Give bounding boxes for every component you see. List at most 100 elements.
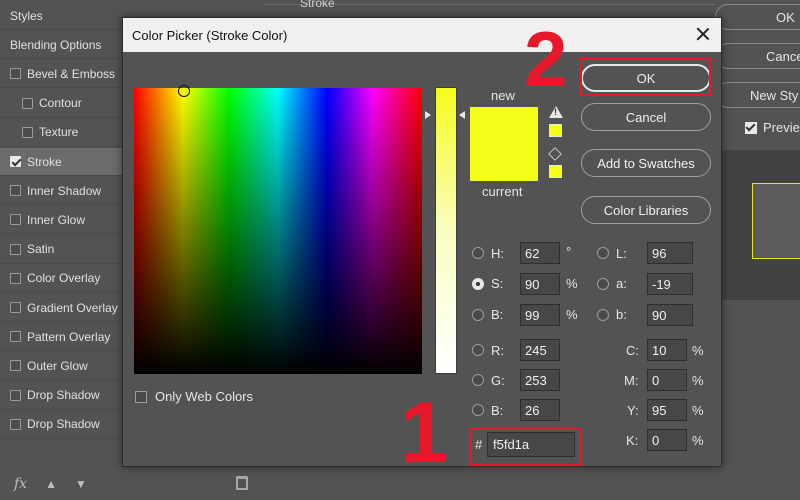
style-item[interactable]: Pattern Overlay (0, 323, 122, 352)
yellow-input[interactable]: 95 (647, 399, 687, 421)
lab-a-input[interactable]: -19 (647, 273, 693, 295)
new-color-label: new (491, 88, 515, 103)
layer-style-ok-button[interactable]: OK (715, 4, 800, 30)
only-web-colors-label: Only Web Colors (155, 389, 254, 404)
style-item-checkbox[interactable] (10, 243, 21, 255)
new-color-swatch (470, 107, 538, 145)
cancel-button-label: Cancel (625, 109, 667, 125)
blue-radio[interactable] (472, 404, 484, 416)
web-safe-cube-icon[interactable] (548, 147, 562, 161)
web-safe-swatch[interactable] (549, 165, 562, 178)
style-item[interactable]: Inner Shadow (0, 177, 122, 206)
color-field-marker-icon[interactable] (178, 85, 190, 97)
hue-unit: ° (566, 244, 572, 259)
style-item-checkbox[interactable] (10, 68, 21, 80)
hue-slider[interactable] (435, 87, 457, 374)
style-item-label: Inner Glow (27, 212, 86, 227)
only-web-colors-checkbox[interactable]: Only Web Colors (135, 389, 253, 404)
style-item-checkbox[interactable] (10, 389, 21, 401)
color-libraries-button[interactable]: Color Libraries (581, 196, 711, 224)
cyan-input[interactable]: 10 (647, 339, 687, 361)
current-color-swatch[interactable] (470, 145, 538, 181)
lab-l-radio[interactable] (597, 247, 609, 259)
hex-highlight-box (469, 428, 581, 466)
style-item-checkbox[interactable] (22, 126, 33, 138)
color-field[interactable] (134, 88, 422, 374)
black-unit: % (692, 433, 704, 448)
red-input[interactable]: 245 (520, 339, 560, 361)
style-item[interactable]: Styles (0, 2, 122, 30)
style-item-label: Gradient Overlay (27, 300, 118, 315)
close-icon[interactable] (695, 26, 711, 42)
style-item-checkbox[interactable] (10, 272, 21, 284)
lab-l-input[interactable]: 96 (647, 242, 693, 264)
style-item-label: Bevel & Emboss (27, 66, 116, 81)
red-radio[interactable] (472, 344, 484, 356)
style-item[interactable]: Color Overlay (0, 265, 122, 293)
style-item[interactable]: Satin (0, 236, 122, 264)
out-of-gamut-warning-icon[interactable] (549, 106, 563, 118)
lab-a-radio[interactable] (597, 278, 609, 290)
preview-checkbox[interactable]: Previe (745, 120, 800, 135)
gamut-swatch[interactable] (549, 124, 562, 137)
style-item-label: Pattern Overlay (27, 329, 111, 344)
magenta-input[interactable]: 0 (647, 369, 687, 391)
brightness-radio[interactable] (472, 309, 484, 321)
green-radio[interactable] (472, 374, 484, 386)
stroke-group-label: Stroke (300, 0, 335, 10)
style-item-checkbox[interactable] (10, 156, 21, 167)
layer-style-cancel-button[interactable]: Cance (715, 43, 800, 69)
move-up-icon[interactable]: ▲ (45, 477, 57, 491)
style-item-checkbox[interactable] (22, 97, 33, 109)
style-item[interactable]: Gradient Overlay (0, 294, 122, 322)
lab-b-radio[interactable] (597, 309, 609, 321)
green-input[interactable]: 253 (520, 369, 560, 391)
preview-check-icon (745, 121, 757, 134)
add-to-swatches-button[interactable]: Add to Swatches (581, 149, 711, 177)
preview-thumbnail (752, 183, 800, 259)
cancel-button[interactable]: Cancel (581, 103, 711, 131)
hue-input[interactable]: 62 (520, 242, 560, 264)
trash-icon[interactable] (236, 476, 248, 490)
brightness-input[interactable]: 99 (520, 304, 560, 326)
magenta-unit: % (692, 373, 704, 388)
style-item[interactable]: Stroke (0, 148, 122, 176)
style-item[interactable]: Drop Shadow (0, 411, 122, 439)
fx-button[interactable]: fx (14, 476, 27, 492)
only-web-colors-box (135, 390, 147, 403)
style-item[interactable]: Blending Options (0, 31, 122, 60)
lab-l-label: L: (616, 246, 627, 261)
style-item-checkbox[interactable] (10, 331, 21, 343)
style-item-checkbox[interactable] (10, 360, 21, 372)
style-item-label: Satin (27, 242, 55, 257)
blue-input[interactable]: 26 (520, 399, 560, 421)
slider-right-arrow-icon[interactable] (459, 111, 465, 119)
lab-b-label: b: (616, 307, 627, 322)
style-item-checkbox[interactable] (10, 302, 21, 313)
style-item-label: Outer Glow (27, 358, 88, 373)
layer-styles-panel: Styles Blending Options Bevel & Emboss Cont… (0, 0, 122, 500)
saturation-radio[interactable] (472, 278, 484, 290)
slider-left-arrow-icon[interactable] (425, 111, 431, 119)
style-item[interactable]: Drop Shadow (0, 382, 122, 410)
hue-radio[interactable] (472, 247, 484, 259)
style-item-checkbox[interactable] (10, 214, 21, 226)
style-item[interactable]: Inner Glow (0, 206, 122, 235)
style-item-label: Contour (39, 96, 82, 111)
lab-a-label: a: (616, 276, 627, 291)
style-item[interactable]: Bevel & Emboss (0, 60, 122, 89)
style-item[interactable]: Contour (0, 90, 122, 118)
lab-b-input[interactable]: 90 (647, 304, 693, 326)
ok-highlight-box (580, 58, 711, 96)
style-item[interactable]: Outer Glow (0, 352, 122, 381)
style-item-checkbox[interactable] (10, 185, 21, 197)
style-item[interactable]: Texture (0, 119, 122, 147)
layer-style-new-style-button[interactable]: New Sty (715, 82, 800, 108)
saturation-input[interactable]: 90 (520, 273, 560, 295)
black-input[interactable]: 0 (647, 429, 687, 451)
move-down-icon[interactable]: ▼ (75, 477, 87, 491)
style-item-checkbox[interactable] (10, 418, 21, 430)
style-item-label: Blending Options (10, 37, 102, 52)
layer-style-ok-label: OK (776, 9, 795, 25)
style-item-label: Color Overlay (27, 271, 101, 286)
